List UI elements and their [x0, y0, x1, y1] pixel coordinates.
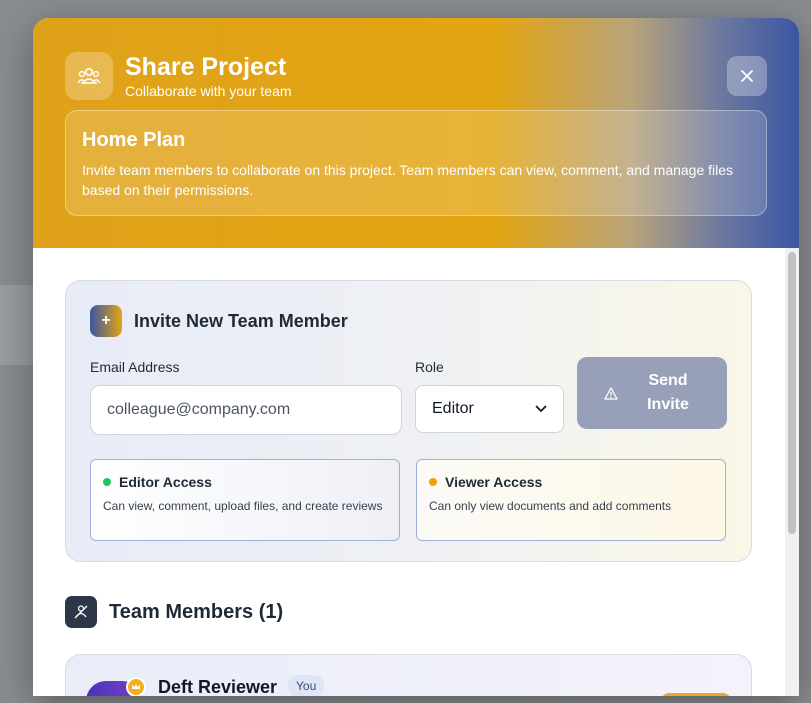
- modal-subtitle: Collaborate with your team: [125, 83, 292, 99]
- editor-access-title: Editor Access: [119, 474, 212, 490]
- viewer-status-dot: [429, 478, 437, 486]
- email-group: Email Address: [90, 359, 402, 435]
- you-badge: You: [288, 675, 325, 696]
- scrollbar[interactable]: [785, 248, 799, 696]
- member-role-button[interactable]: [661, 693, 731, 696]
- crown-icon: [126, 677, 146, 696]
- member-row: Deft Reviewer You: [65, 654, 752, 696]
- project-name: Home Plan: [82, 129, 186, 151]
- scrollbar-thumb[interactable]: [788, 252, 796, 534]
- close-icon: [741, 70, 753, 82]
- editor-status-dot: [103, 478, 111, 486]
- warning-icon: [604, 386, 618, 400]
- email-label: Email Address: [90, 359, 180, 375]
- role-group: Role Editor: [415, 359, 564, 433]
- send-invite-label: Send Invite: [647, 372, 689, 413]
- email-input[interactable]: [90, 385, 402, 435]
- invite-title: Invite New Team Member: [134, 310, 348, 331]
- modal-title: Share Project: [125, 53, 287, 81]
- close-button[interactable]: [727, 56, 767, 96]
- role-selected-value: Editor: [432, 400, 474, 417]
- viewer-access-description: Can only view documents and add comments: [429, 499, 672, 513]
- editor-access-card: Editor Access Can view, comment, upload …: [90, 459, 400, 541]
- chevron-down-icon: [535, 405, 547, 413]
- background-panel: [0, 285, 33, 365]
- member-name: Deft Reviewer: [158, 677, 278, 696]
- plus-icon: +: [90, 305, 122, 337]
- project-info-card: Home Plan Invite team members to collabo…: [65, 110, 767, 216]
- team-icon: [65, 52, 113, 100]
- members-icon: [65, 596, 97, 628]
- viewer-access-card: Viewer Access Can only view documents an…: [416, 459, 726, 541]
- editor-access-description: Can view, comment, upload files, and cre…: [103, 499, 383, 513]
- send-invite-button[interactable]: Send Invite: [577, 357, 727, 429]
- invite-card: + Invite New Team Member Email Address R…: [65, 280, 752, 562]
- modal-header: Share Project Collaborate with your team…: [33, 18, 799, 248]
- role-select[interactable]: Editor: [415, 385, 564, 433]
- share-project-modal: Share Project Collaborate with your team…: [33, 18, 799, 696]
- project-description: Invite team members to collaborate on th…: [82, 162, 734, 198]
- role-label: Role: [415, 359, 444, 375]
- members-title: Team Members (1): [109, 600, 284, 623]
- modal-body: + Invite New Team Member Email Address R…: [33, 248, 799, 696]
- viewer-access-title: Viewer Access: [445, 474, 543, 490]
